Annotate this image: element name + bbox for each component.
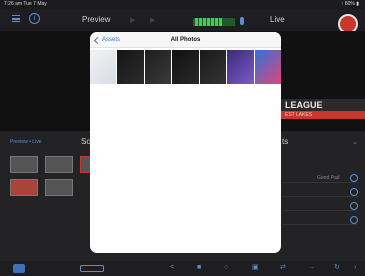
scenes-heading: Sc bbox=[81, 137, 91, 146]
back-button-label: Assets bbox=[102, 37, 121, 43]
info-icon[interactable]: i bbox=[29, 13, 40, 24]
assets-heading: ts bbox=[282, 137, 289, 146]
asset-row[interactable] bbox=[282, 215, 358, 225]
add-circle-icon[interactable] bbox=[350, 216, 358, 224]
asset-label: Good Pad bbox=[317, 175, 340, 181]
menu-icon[interactable] bbox=[12, 15, 20, 22]
add-circle-icon[interactable] bbox=[350, 174, 358, 182]
photo-picker-header: All Photos Assets bbox=[90, 32, 281, 48]
layout-icon[interactable]: ▣ bbox=[252, 264, 259, 272]
photo-thumbnail-colorful-wallpaper[interactable] bbox=[254, 50, 281, 84]
photo-thumbnail-dark-screen-4[interactable] bbox=[199, 50, 227, 84]
swap-icon[interactable]: ⇄ bbox=[280, 264, 286, 272]
photo-grid bbox=[90, 50, 281, 84]
segment-control[interactable] bbox=[80, 265, 104, 272]
add-circle-icon[interactable] bbox=[350, 188, 358, 196]
export-icon[interactable]: → bbox=[308, 264, 315, 272]
scene-thumbnail[interactable] bbox=[10, 179, 38, 196]
live-title: Live bbox=[270, 15, 285, 24]
chevron-down-icon[interactable]: ⌄ bbox=[352, 138, 358, 146]
photo-thumbnail-document[interactable] bbox=[90, 50, 117, 84]
asset-row[interactable] bbox=[282, 187, 358, 197]
photo-thumbnail-dark-screen-1[interactable] bbox=[117, 50, 144, 84]
scene-thumbnail[interactable] bbox=[45, 156, 73, 173]
status-time: 7:26 am Tue 7 May bbox=[4, 1, 47, 7]
chevron-left-icon bbox=[93, 36, 102, 44]
transition-icon[interactable]: ▶ bbox=[130, 16, 135, 24]
preview-title: Preview bbox=[82, 15, 111, 24]
photo-picker-sheet: All Photos Assets bbox=[90, 32, 281, 253]
settings-icon[interactable]: ○ bbox=[224, 264, 228, 272]
audio-meter bbox=[193, 18, 235, 26]
grid-icon[interactable] bbox=[13, 264, 25, 273]
status-right: ↑ 80% ▮ bbox=[340, 1, 359, 7]
camera-icon[interactable]: ■ bbox=[197, 264, 201, 272]
league-graphic: LEAGUE bbox=[281, 99, 365, 111]
bottom-toolbar: < ■ ○ ▣ ⇄ → ↻ › bbox=[0, 261, 365, 276]
more-icon[interactable]: › bbox=[354, 264, 356, 272]
back-button[interactable]: Assets bbox=[93, 35, 120, 45]
asset-row[interactable] bbox=[282, 201, 358, 211]
scene-thumbnail[interactable] bbox=[10, 156, 38, 173]
top-toolbar: i Preview ▶ ▶ Live bbox=[0, 9, 365, 31]
app-window: 7:26 am Tue 7 May ↑ 80% ▮ i Preview ▶ ▶ … bbox=[0, 0, 365, 276]
add-circle-icon[interactable] bbox=[350, 202, 358, 210]
share-icon[interactable]: < bbox=[170, 264, 174, 272]
cut-icon[interactable]: ▶ bbox=[150, 16, 155, 24]
status-bar: 7:26 am Tue 7 May ↑ 80% ▮ bbox=[0, 0, 365, 9]
photo-thumbnail-dark-screen-2[interactable] bbox=[144, 50, 172, 84]
photo-thumbnail-dark-screen-3[interactable] bbox=[172, 50, 199, 84]
scene-thumbnail[interactable] bbox=[45, 179, 73, 196]
mic-icon[interactable] bbox=[240, 17, 244, 25]
league-subtitle: EST LAKES bbox=[281, 111, 365, 119]
photo-thumbnail-purple-wallpaper[interactable] bbox=[227, 50, 254, 84]
preview-live-tabs[interactable]: Preview • Live bbox=[10, 139, 41, 145]
refresh-icon[interactable]: ↻ bbox=[334, 264, 340, 272]
